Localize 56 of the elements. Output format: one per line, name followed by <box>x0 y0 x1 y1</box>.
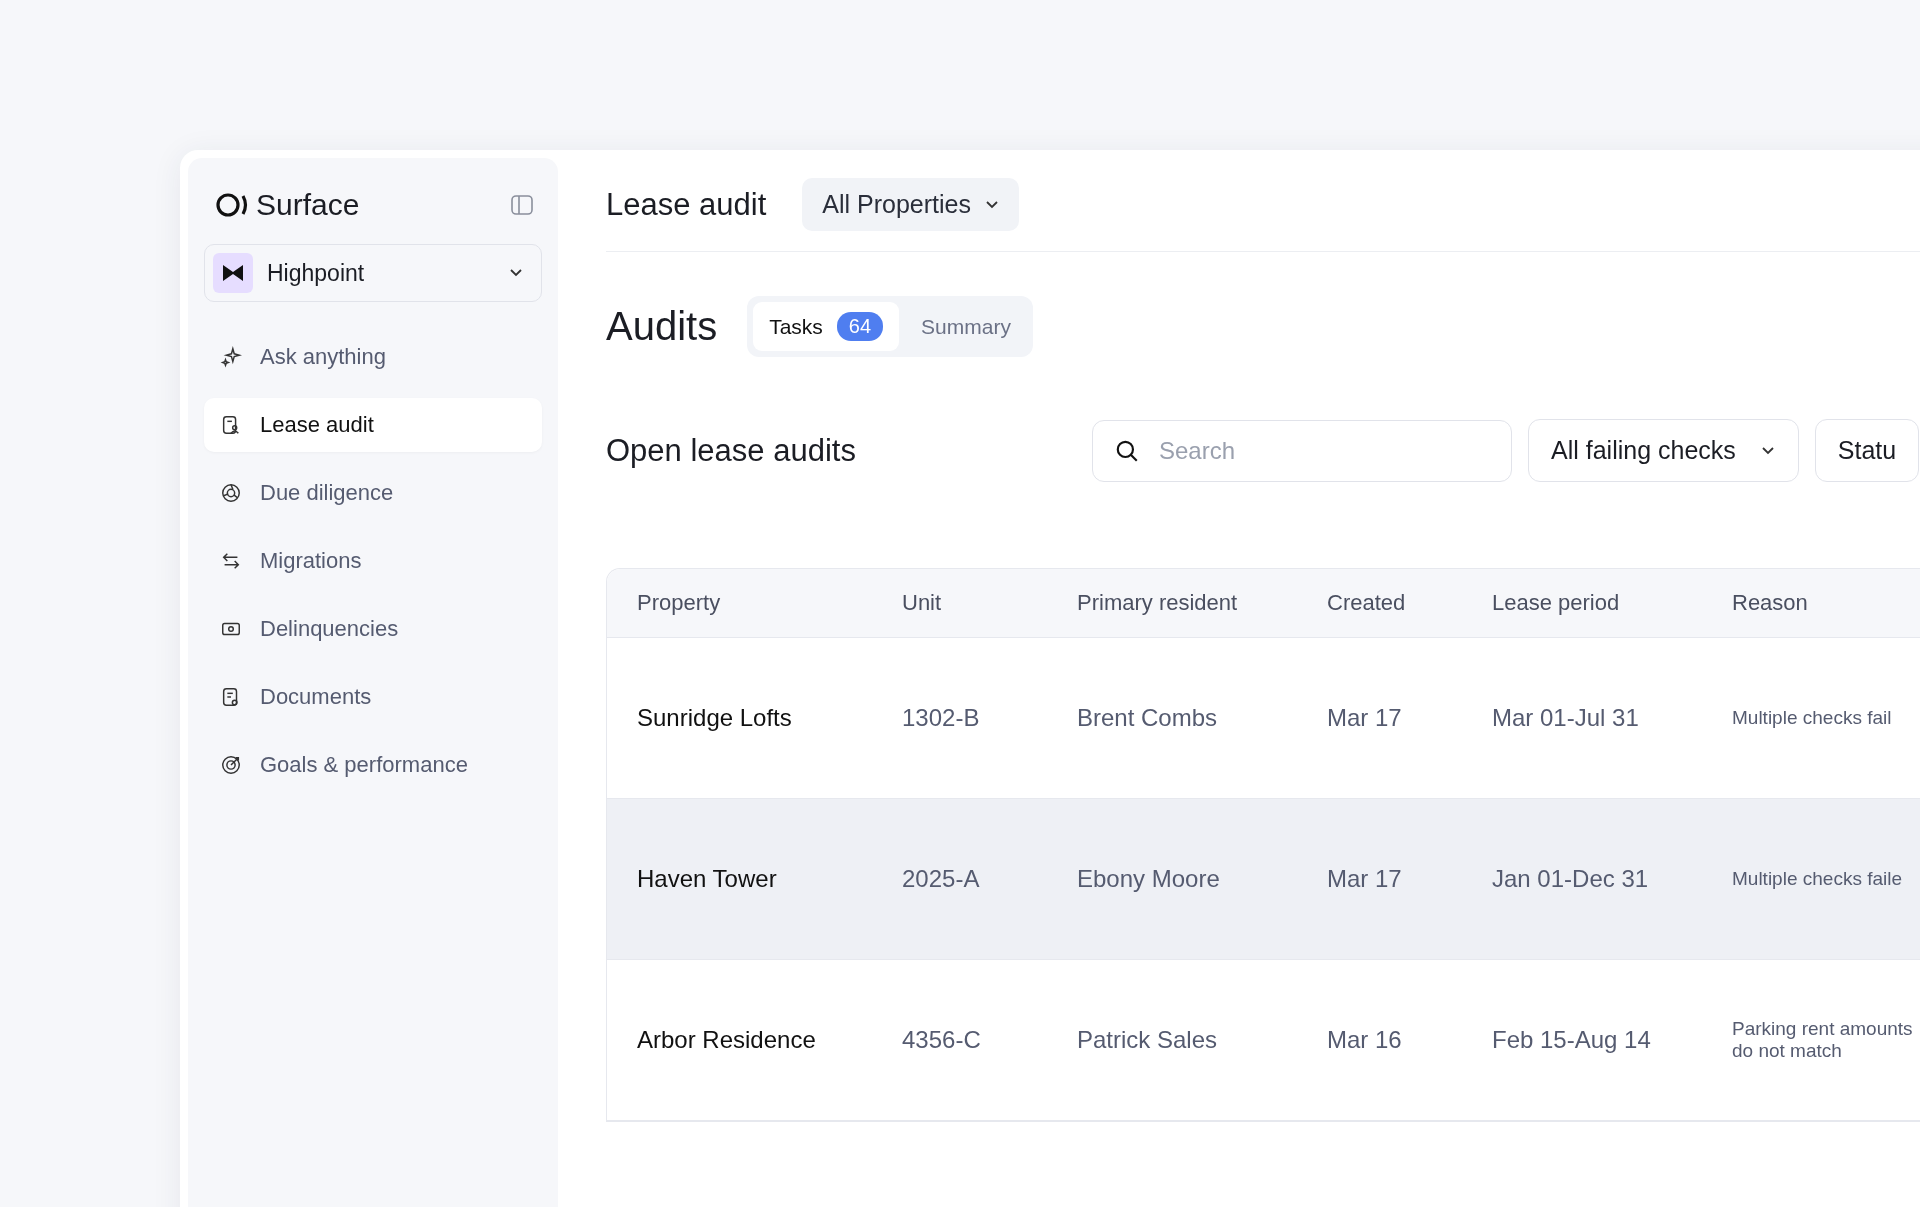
chevron-down-icon <box>509 268 523 278</box>
aperture-icon <box>220 482 242 504</box>
filter-dropdown[interactable]: Statu <box>1814 419 1920 482</box>
table-cell-text: Mar 16 <box>1327 1026 1403 1054</box>
column-header: Lease period <box>1492 590 1621 616</box>
target-icon <box>220 754 242 776</box>
sidebar-item[interactable]: Documents <box>204 670 542 724</box>
table-cell-text: Brent Combs <box>1077 704 1219 732</box>
sidebar-item[interactable]: Delinquencies <box>204 602 542 656</box>
brand-name: Surface <box>256 188 360 222</box>
section-title: Audits <box>606 304 718 349</box>
table-cell-text: Mar 01-Jul 31 <box>1492 704 1640 732</box>
table-cell-text: Jan 01-Dec 31 <box>1492 865 1650 893</box>
chevron-down-icon <box>1759 445 1776 456</box>
table-cell-text: Feb 15-Aug 14 <box>1492 1026 1652 1054</box>
workspace-logo-icon <box>213 253 253 293</box>
workspace-selector[interactable]: Highpoint <box>204 244 542 302</box>
table-row[interactable]: Arbor Residence 4356-C Patrick Sales Mar 16 Feb 15-Aug 14 Parking rent amounts do not match <box>607 960 1920 1121</box>
table-cell-text: Arbor Residence <box>637 1026 817 1054</box>
sidebar-item[interactable]: Migrations <box>204 534 542 588</box>
tab[interactable]: Tasks 64 <box>753 302 900 351</box>
table-cell-text: 4356-C <box>902 1026 982 1054</box>
sidebar-item[interactable]: Ask anything <box>204 330 542 384</box>
page-title: Lease audit <box>606 186 767 223</box>
table-cell-text: Mar 17 <box>1327 865 1403 893</box>
column-header: Property <box>637 590 722 616</box>
tab[interactable]: Summary <box>905 304 1027 349</box>
table-cell-text: Ebony Moore <box>1077 865 1221 893</box>
table-cell-text: Mar 17 <box>1327 704 1403 732</box>
logo-icon <box>216 192 250 218</box>
table-cell-text: Multiple checks faile <box>1732 868 1904 890</box>
sidebar-toggle-icon[interactable] <box>510 194 534 216</box>
search-field[interactable]: Search <box>1092 419 1512 482</box>
sidebar-item[interactable]: Goals & performance <box>204 738 542 792</box>
sidebar-item[interactable]: Lease audit <box>204 398 542 452</box>
table-cell-text: Parking rent amounts do not match <box>1732 1018 1914 1062</box>
chevron-down-icon <box>985 199 999 210</box>
sidebar-item[interactable]: Due diligence <box>204 466 542 520</box>
table-cell-text: 1302-B <box>902 704 981 732</box>
column-header: Reason <box>1732 590 1809 616</box>
filter-dropdown[interactable]: All failing checks <box>1528 419 1799 482</box>
table-cell-text: Patrick Sales <box>1077 1026 1219 1054</box>
document-person-icon <box>220 414 242 436</box>
count-badge: 64 <box>836 312 884 341</box>
table-cell-text: Multiple checks fail <box>1732 707 1893 729</box>
list-title: Open lease audits <box>606 432 857 469</box>
column-header: Primary resident <box>1077 590 1239 616</box>
column-header: Created <box>1327 590 1407 616</box>
column-header: Unit <box>902 590 943 616</box>
sparkle-icon <box>220 346 242 368</box>
table-row[interactable]: Haven Tower 2025-A Ebony Moore Mar 17 Jan 01-Dec 31 Multiple checks faile <box>607 799 1920 960</box>
table-cell-text: Haven Tower <box>637 865 778 893</box>
table-cell-text: Sunridge Lofts <box>637 704 793 732</box>
arrows-icon <box>220 550 242 572</box>
property-filter[interactable]: All Properties <box>802 178 1019 231</box>
table-cell-text: 2025-A <box>902 865 981 893</box>
